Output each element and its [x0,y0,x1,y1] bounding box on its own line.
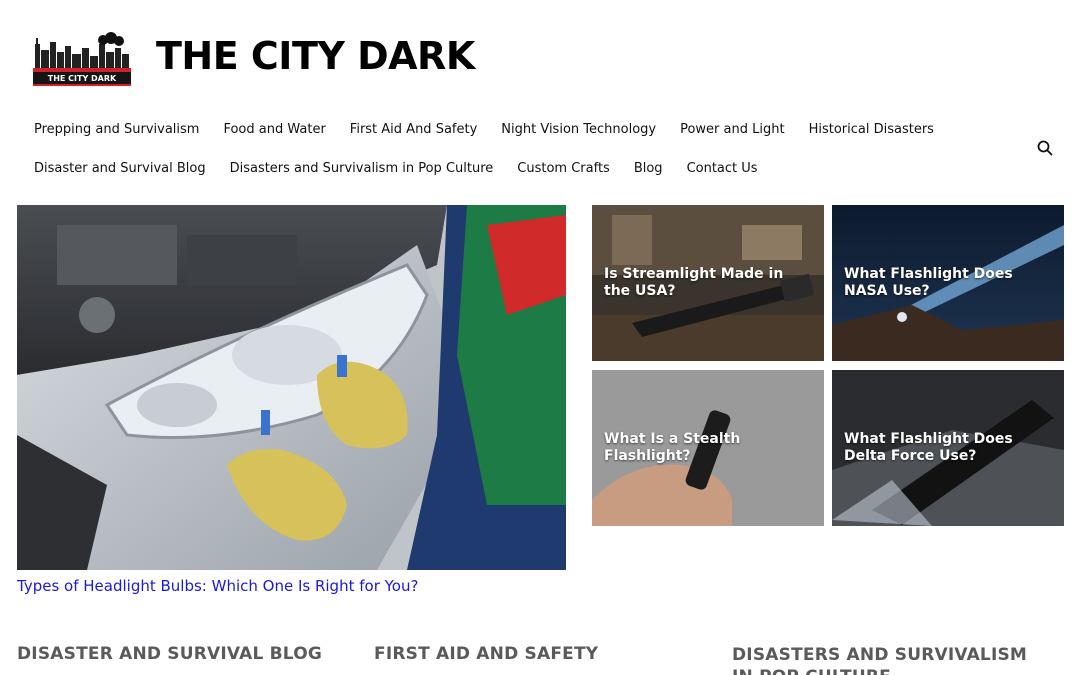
nav-item-survival-blog[interactable]: Disaster and Survival Blog [22,161,218,176]
nav-item-food-water[interactable]: Food and Water [211,122,337,137]
nav-item-first-aid[interactable]: First Aid And Safety [338,122,489,137]
post-card-stealth[interactable]: What Is a Stealth Flashlight? [592,370,824,526]
main-navigation: Prepping and Survivalism Food and Water … [22,110,1022,188]
nav-item-prepping[interactable]: Prepping and Survivalism [22,122,211,137]
column-heading-first-aid[interactable]: FIRST AID AND SAFETY [374,644,598,664]
post-card-title: What Is a Stealth Flashlight? [604,431,741,464]
nav-item-blog[interactable]: Blog [622,161,675,176]
nav-item-historical-disasters[interactable]: Historical Disasters [797,122,946,137]
site-logo[interactable]: THE CITY DARK [33,32,131,86]
nav-item-night-vision[interactable]: Night Vision Technology [489,122,668,137]
nav-item-custom-crafts[interactable]: Custom Crafts [505,161,622,176]
featured-post-link[interactable]: Types of Headlight Bulbs: Which One Is R… [17,577,418,595]
post-card-title: Is Streamlight Made in the USA? [604,266,784,299]
post-card-title: What Flashlight Does Delta Force Use? [844,431,1013,464]
site-title[interactable]: THE CITY DARK [156,34,475,78]
search-icon[interactable] [1036,139,1054,157]
nav-row-2: Disaster and Survival Blog Disasters and… [22,149,1022,188]
nav-item-contact[interactable]: Contact Us [675,161,770,176]
post-card-nasa[interactable]: What Flashlight Does NASA Use? [832,205,1064,361]
post-card-delta-force[interactable]: What Flashlight Does Delta Force Use? [832,370,1064,526]
column-heading-pop-culture[interactable]: DISASTERS AND SURVIVALISM IN POP CULTURE [732,644,1052,675]
post-card-streamlight[interactable]: Is Streamlight Made in the USA? [592,205,824,361]
nav-item-pop-culture[interactable]: Disasters and Survivalism in Pop Culture [218,161,506,176]
post-card-title: What Flashlight Does NASA Use? [844,266,1013,299]
nav-row-1: Prepping and Survivalism Food and Water … [22,110,1022,149]
nav-item-power-light[interactable]: Power and Light [668,122,796,137]
column-heading-survival-blog[interactable]: DISASTER AND SURVIVAL BLOG [17,644,322,664]
logo-text: THE CITY DARK [48,74,117,83]
featured-post-image[interactable] [17,205,566,570]
